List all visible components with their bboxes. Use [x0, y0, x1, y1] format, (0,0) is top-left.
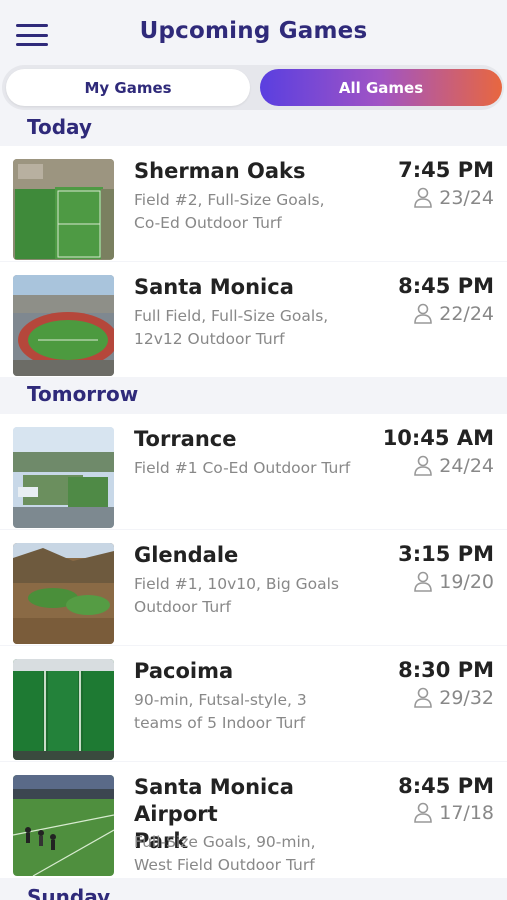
game-location: Torrance [134, 427, 237, 451]
game-row[interactable]: Torrance Field #1 Co-Ed Outdoor Turf 10:… [0, 414, 507, 529]
game-row[interactable]: Pacoima 90-min, Futsal-style, 3 teams of… [0, 646, 507, 761]
field-thumbnail [13, 543, 114, 644]
section-label: Sunday [27, 885, 111, 900]
game-description-line1: Field #1 Co-Ed Outdoor Turf [134, 459, 351, 477]
section-header-tomorrow: Tomorrow [0, 379, 507, 413]
person-icon [413, 455, 433, 477]
game-description-line2: teams of 5 Indoor Turf [134, 714, 306, 732]
spots-value: 17/18 [439, 802, 494, 824]
spots-count: 23/24 [413, 187, 494, 209]
spots-value: 24/24 [439, 455, 494, 477]
field-thumbnail [13, 775, 114, 876]
game-time: 8:30 PM [398, 658, 494, 682]
game-time: 7:45 PM [398, 158, 494, 182]
game-description-line1: Field #1, 10v10, Big Goals [134, 575, 339, 593]
field-thumbnail [13, 275, 114, 376]
game-time: 10:45 AM [382, 426, 494, 450]
page-title: Upcoming Games [139, 18, 368, 44]
app-header: Upcoming Games [0, 0, 507, 64]
game-description-line1: 90-min, Futsal-style, 3 [134, 691, 307, 709]
tab-all-games[interactable]: All Games [260, 69, 502, 106]
game-description-line1: Full-Size Goals, 90-min, [134, 833, 316, 851]
field-thumbnail [13, 427, 114, 528]
spots-count: 22/24 [413, 303, 494, 325]
game-description-line1: Full Field, Full-Size Goals, [134, 307, 329, 325]
section-header-today: Today [0, 112, 507, 146]
game-row[interactable]: Santa Monica Full Field, Full-Size Goals… [0, 262, 507, 377]
spots-count: 29/32 [413, 687, 494, 709]
spots-count: 19/20 [413, 571, 494, 593]
field-thumbnail [13, 159, 114, 260]
game-description-line2: 12v12 Outdoor Turf [134, 330, 285, 348]
game-time: 3:15 PM [398, 542, 494, 566]
spots-value: 22/24 [439, 303, 494, 325]
section-header-sunday: Sunday [0, 879, 507, 900]
game-time: 8:45 PM [398, 274, 494, 298]
spots-value: 29/32 [439, 687, 494, 709]
game-row[interactable]: Santa Monica Airport Park Full-Size Goal… [0, 762, 507, 878]
game-row[interactable]: Glendale Field #1, 10v10, Big Goals Outd… [0, 530, 507, 645]
game-location: Santa Monica [134, 275, 294, 299]
game-description-line2: West Field Outdoor Turf [134, 856, 315, 874]
game-description-line2: Co-Ed Outdoor Turf [134, 214, 282, 232]
games-filter-toggle: My Games All Games [2, 65, 504, 110]
person-icon [413, 303, 433, 325]
game-description-line1: Field #2, Full-Size Goals, [134, 191, 325, 209]
section-label: Tomorrow [27, 382, 139, 406]
game-time: 8:45 PM [398, 774, 494, 798]
tab-my-games[interactable]: My Games [6, 69, 250, 106]
section-label: Today [27, 115, 92, 139]
spots-value: 19/20 [439, 571, 494, 593]
game-location-line1: Santa Monica Airport [134, 775, 294, 826]
person-icon [413, 687, 433, 709]
game-location: Sherman Oaks [134, 159, 306, 183]
game-row[interactable]: Sherman Oaks Field #2, Full-Size Goals, … [0, 146, 507, 261]
person-icon [413, 802, 433, 824]
game-description-line2: Outdoor Turf [134, 598, 231, 616]
person-icon [413, 571, 433, 593]
game-location: Pacoima [134, 659, 234, 683]
person-icon [413, 187, 433, 209]
game-location: Glendale [134, 543, 239, 567]
field-thumbnail [13, 659, 114, 760]
spots-value: 23/24 [439, 187, 494, 209]
spots-count: 24/24 [413, 455, 494, 477]
spots-count: 17/18 [413, 802, 494, 824]
